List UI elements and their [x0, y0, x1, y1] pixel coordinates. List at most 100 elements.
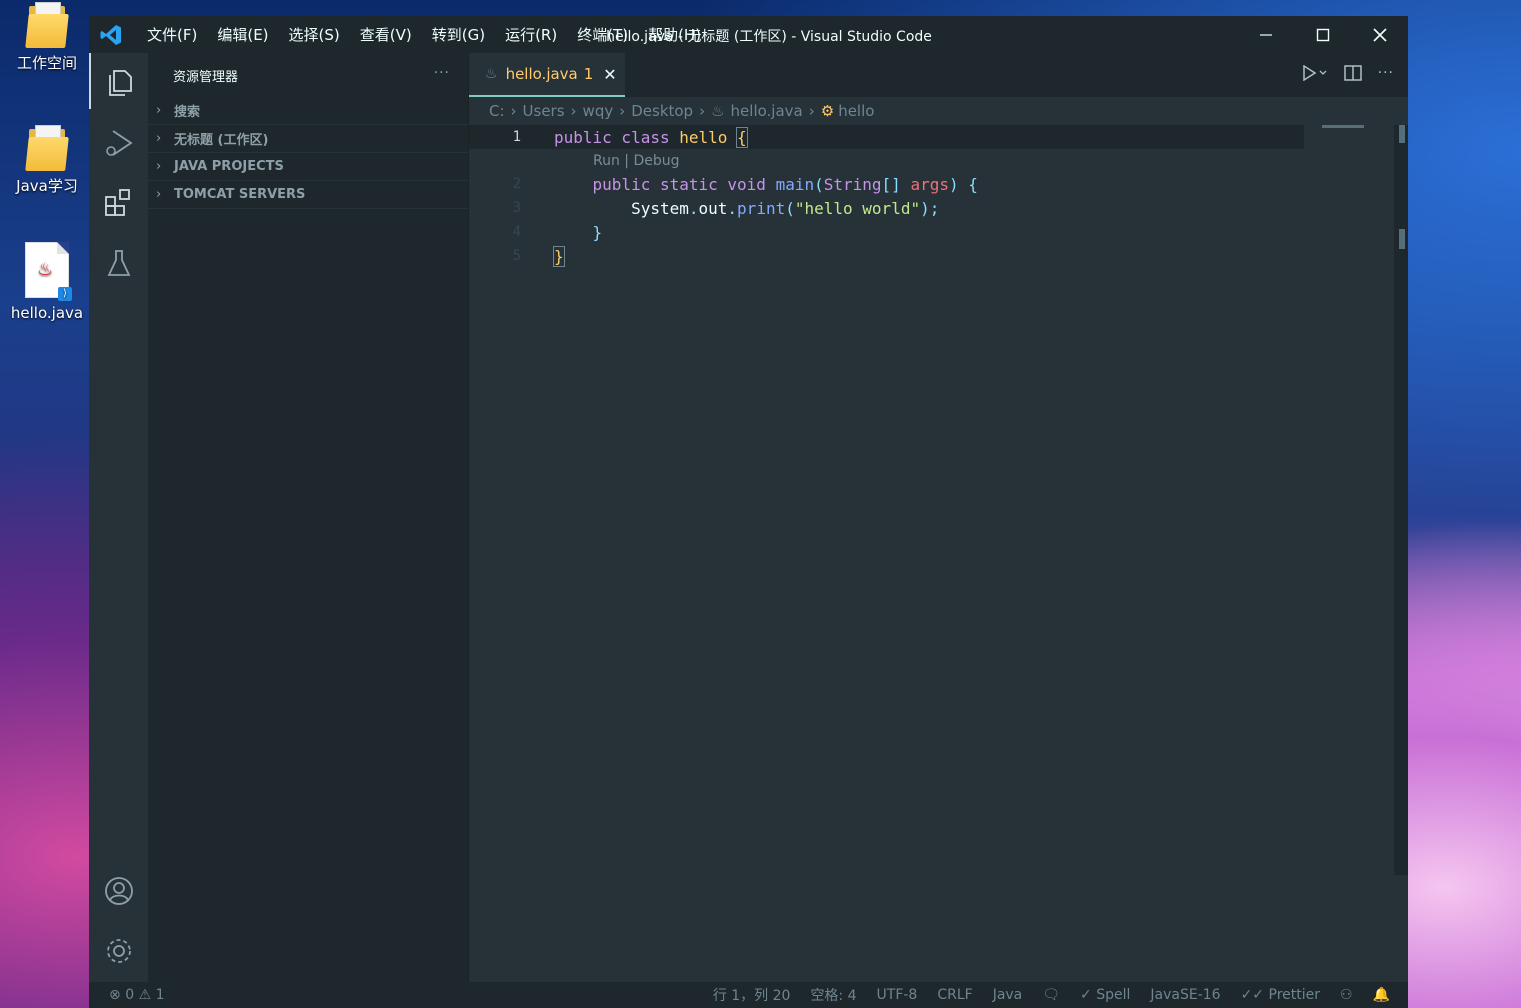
maximize-button[interactable] — [1294, 16, 1351, 53]
line-number: 3 — [512, 200, 521, 216]
line-number: 5 — [512, 248, 521, 264]
activity-run-debug[interactable] — [89, 115, 148, 171]
activity-extensions[interactable] — [89, 175, 148, 231]
line-number: 4 — [512, 224, 521, 240]
split-editor-icon[interactable] — [1343, 65, 1362, 81]
line-ending[interactable]: CRLF — [927, 987, 982, 1003]
activity-bar — [89, 53, 149, 982]
activity-explorer[interactable] — [89, 53, 148, 109]
maximize-icon — [1316, 28, 1329, 41]
tab-close-icon[interactable]: ✕ — [603, 65, 616, 84]
editor-actions: ··· — [1302, 65, 1394, 81]
section-tomcat-servers[interactable]: › TOMCAT SERVERS — [148, 181, 468, 209]
desktop-icon-label: Java学习 — [16, 177, 78, 195]
menu-run[interactable]: 运行(R) — [495, 24, 567, 45]
section-workspace[interactable]: › 无标题 (工作区) — [148, 125, 468, 153]
more-actions-icon[interactable]: ··· — [434, 65, 450, 81]
activity-accounts[interactable] — [89, 863, 148, 919]
breadcrumb-item[interactable]: Users — [523, 102, 565, 120]
menu-go[interactable]: 转到(G) — [422, 24, 495, 45]
breadcrumb-item[interactable]: Desktop — [631, 102, 693, 120]
menu-terminal[interactable]: 终端(T) — [567, 24, 638, 45]
breadcrumb-item[interactable]: hello.java — [731, 102, 803, 120]
desktop-icon-hello-java[interactable]: ♨ ⟩ hello.java — [7, 242, 87, 322]
language-mode[interactable]: Java — [983, 987, 1033, 1003]
prettier-status[interactable]: ✓✓ Prettier — [1231, 987, 1330, 1003]
title-bar: 文件(F) 编辑(E) 选择(S) 查看(V) 转到(G) 运行(R) 终端(T… — [89, 16, 1408, 53]
desktop-icon-label: hello.java — [10, 304, 84, 322]
chevron-right-icon: › — [156, 187, 162, 202]
menu-help[interactable]: 帮助(H) — [638, 24, 711, 45]
run-icon[interactable] — [1302, 65, 1328, 81]
chevron-right-icon: › — [156, 103, 162, 118]
explorer-sidebar: 资源管理器 ··· › 搜索 › 无标题 (工作区) › JAVA PROJEC… — [148, 53, 469, 982]
encoding[interactable]: UTF-8 — [867, 987, 928, 1003]
check-icon: ✓ — [1080, 987, 1097, 1003]
java-runtime[interactable]: JavaSE-16 — [1140, 987, 1230, 1003]
activity-testing[interactable] — [89, 235, 148, 291]
code-text: System.out.print("hello world"); — [631, 198, 940, 218]
minimize-icon — [1259, 33, 1272, 36]
close-window-button[interactable] — [1351, 16, 1408, 53]
gear-icon — [106, 939, 131, 963]
section-search[interactable]: › 搜索 — [148, 97, 468, 125]
menu-selection[interactable]: 选择(S) — [279, 24, 350, 45]
folder-icon — [25, 125, 69, 171]
minimap[interactable] — [1322, 125, 1392, 128]
line-number: 2 — [512, 176, 521, 192]
files-icon — [108, 70, 132, 96]
code-line: 2 public static void main(String[] args)… — [469, 172, 1304, 196]
breadcrumb-item[interactable]: wqy — [583, 102, 614, 120]
spell-check[interactable]: ✓ Spell — [1070, 987, 1140, 1003]
close-icon — [1372, 27, 1387, 42]
run-debug-icon — [105, 130, 133, 156]
editor-area: ♨ hello.java 1 ✕ ··· C: › Users › wqy › Des… — [469, 53, 1408, 982]
minimize-button[interactable] — [1237, 16, 1294, 53]
section-java-projects[interactable]: › JAVA PROJECTS — [148, 153, 468, 181]
code-line: 5 } — [469, 244, 1304, 268]
cursor-position[interactable]: 行 1，列 20 — [703, 985, 801, 1005]
menu-edit[interactable]: 编辑(E) — [207, 24, 278, 45]
tab-bar: ♨ hello.java 1 ✕ ··· — [469, 53, 1408, 97]
tab-label: hello.java — [505, 65, 578, 83]
live-share-icon[interactable]: ⚇ — [1330, 987, 1363, 1003]
explorer-title: 资源管理器 — [173, 69, 239, 85]
desktop-icon-java-study[interactable]: Java学习 — [7, 125, 87, 196]
vertical-scrollbar[interactable] — [1394, 125, 1408, 875]
java-file-icon: ♨ — [711, 102, 725, 120]
desktop-icon-label: 工作空间 — [16, 54, 77, 72]
code-line: 1 public class hello { — [469, 125, 1304, 149]
feedback-icon[interactable]: 🗨 — [1032, 987, 1070, 1003]
spell-label: Spell — [1096, 987, 1131, 1003]
explorer-header: 资源管理器 ··· — [148, 53, 468, 97]
problems-indicator[interactable]: ⊗ 0 ⚠ 1 — [89, 987, 175, 1003]
prettier-label: Prettier — [1268, 987, 1321, 1003]
menu-view[interactable]: 查看(V) — [350, 24, 422, 45]
desktop-icon-workspace[interactable]: 工作空间 — [7, 2, 87, 73]
warning-icon: ⚠ — [138, 987, 152, 1003]
indentation[interactable]: 空格: 4 — [800, 985, 866, 1005]
breadcrumb-item[interactable]: C: — [489, 102, 505, 120]
code-text: } — [592, 222, 603, 242]
breadcrumb-item[interactable]: hello — [838, 102, 874, 120]
code-line: 3 System.out.print("hello world"); — [469, 196, 1304, 220]
code-text: public static void main(String[] args) { — [592, 174, 978, 194]
codelens-run-debug[interactable]: Run | Debug — [593, 153, 680, 169]
menu-file[interactable]: 文件(F) — [137, 24, 207, 45]
tab-problem-count: 1 — [583, 65, 594, 83]
folder-icon — [25, 2, 69, 48]
error-count: 0 — [125, 987, 135, 1003]
chevron-right-icon: › — [156, 159, 162, 174]
chevron-right-icon: › — [156, 131, 162, 146]
status-bar: ⊗ 0 ⚠ 1 行 1，列 20 空格: 4 UTF-8 CRLF Java 🗨… — [89, 982, 1408, 1008]
more-actions-icon[interactable]: ··· — [1378, 65, 1394, 81]
activity-settings[interactable] — [89, 923, 148, 979]
account-icon — [104, 877, 133, 905]
section-label: TOMCAT SERVERS — [174, 187, 306, 202]
class-symbol-icon: ⚙ — [820, 102, 835, 120]
section-label: 无标题 (工作区) — [174, 133, 269, 148]
vscode-window: 文件(F) 编辑(E) 选择(S) 查看(V) 转到(G) 运行(R) 终端(T… — [89, 16, 1408, 1008]
java-file-icon: ♨ ⟩ — [25, 242, 72, 301]
notifications-bell-icon[interactable]: 🔔 — [1363, 987, 1408, 1003]
tab-hello-java[interactable]: ♨ hello.java 1 ✕ — [469, 53, 625, 97]
